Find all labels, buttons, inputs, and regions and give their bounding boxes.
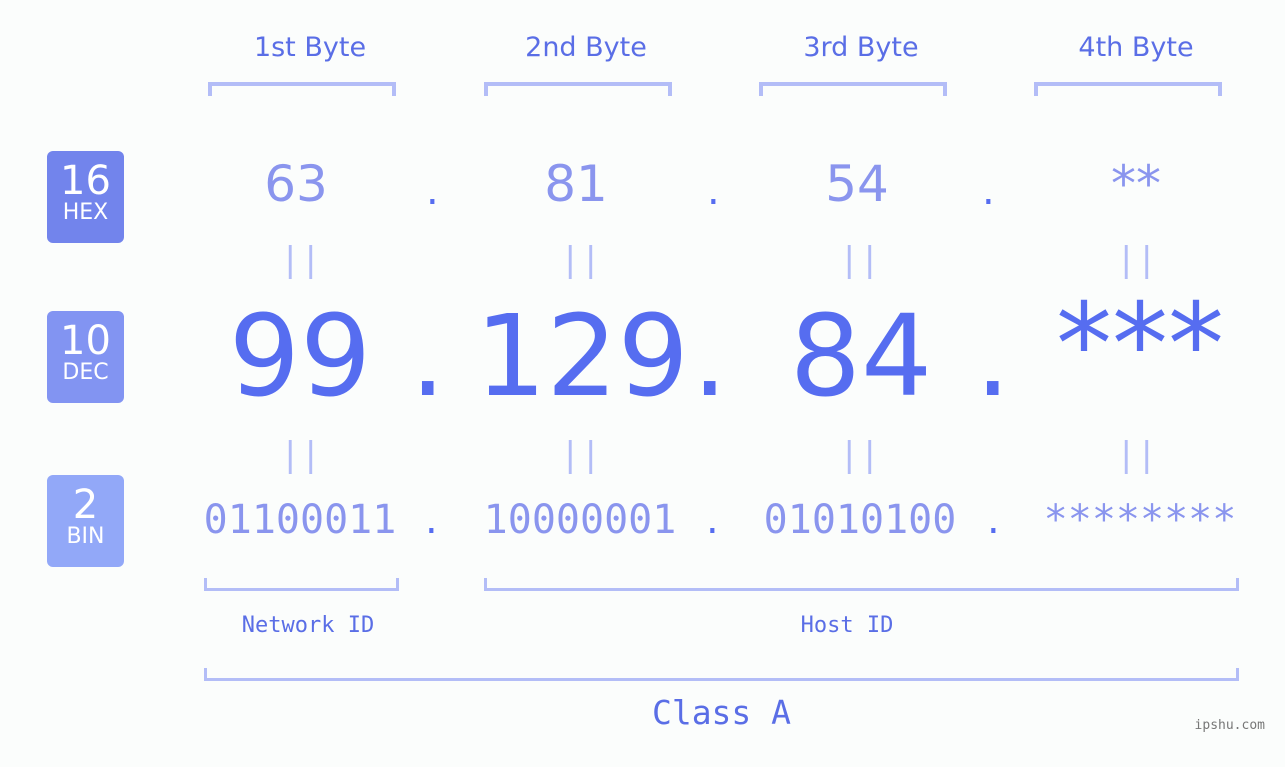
- hex-separator-2: .: [707, 168, 720, 214]
- dec-separator-2: .: [692, 292, 728, 422]
- equals-hex-dec-2: ||: [560, 240, 601, 280]
- hex-byte-2: 81: [544, 155, 608, 213]
- equals-hex-dec-3: ||: [839, 240, 880, 280]
- byte-label-2: 2nd Byte: [525, 32, 647, 63]
- byte-bracket-1: [208, 82, 396, 96]
- network-id-bracket: [204, 578, 399, 591]
- hex-byte-4: **: [1111, 155, 1161, 213]
- equals-dec-bin-2: ||: [560, 435, 601, 475]
- equals-dec-bin-3: ||: [839, 435, 880, 475]
- byte-label-3: 3rd Byte: [803, 32, 919, 63]
- bin-byte-3: 01010100: [763, 497, 957, 543]
- equals-hex-dec-1: ||: [280, 240, 321, 280]
- bin-badge: 2 BIN: [47, 475, 124, 567]
- network-id-label: Network ID: [241, 613, 375, 638]
- watermark: ipshu.com: [1194, 718, 1265, 733]
- bin-separator-3: .: [987, 497, 1000, 543]
- dec-byte-4: ***: [1056, 280, 1224, 410]
- hex-byte-3: 54: [825, 155, 889, 213]
- hex-badge: 16 HEX: [47, 151, 124, 243]
- class-label: Class A: [651, 693, 792, 732]
- byte-label-4: 4th Byte: [1078, 32, 1194, 63]
- dec-byte-1: 99: [228, 292, 372, 422]
- hex-separator-1: .: [426, 168, 439, 214]
- dec-byte-3: 84: [789, 292, 933, 422]
- host-id-bracket: [484, 578, 1239, 591]
- dec-badge-label: DEC: [62, 360, 109, 385]
- host-id-label: Host ID: [800, 613, 894, 638]
- hex-byte-1: 63: [264, 155, 328, 213]
- equals-hex-dec-4: ||: [1116, 240, 1157, 280]
- dec-badge: 10 DEC: [47, 311, 124, 403]
- bin-separator-1: .: [425, 497, 438, 543]
- bin-badge-label: BIN: [66, 524, 105, 549]
- dec-badge-number: 10: [60, 318, 111, 364]
- bin-byte-1: 01100011: [203, 497, 397, 543]
- bin-byte-4: ********: [1043, 497, 1237, 543]
- bin-byte-2: 10000001: [483, 497, 677, 543]
- hex-badge-label: HEX: [62, 200, 109, 225]
- hex-badge-number: 16: [60, 158, 111, 204]
- dec-separator-1: .: [410, 292, 446, 422]
- hex-separator-3: .: [982, 168, 995, 214]
- byte-bracket-3: [759, 82, 947, 96]
- dec-separator-3: .: [975, 292, 1011, 422]
- bin-badge-number: 2: [72, 482, 99, 528]
- class-bracket: [204, 668, 1239, 681]
- dec-byte-2: 129: [475, 292, 689, 422]
- equals-dec-bin-4: ||: [1116, 435, 1157, 475]
- equals-dec-bin-1: ||: [280, 435, 321, 475]
- byte-bracket-4: [1034, 82, 1222, 96]
- byte-label-1: 1st Byte: [253, 32, 367, 63]
- bin-separator-2: .: [706, 497, 719, 543]
- byte-bracket-2: [484, 82, 672, 96]
